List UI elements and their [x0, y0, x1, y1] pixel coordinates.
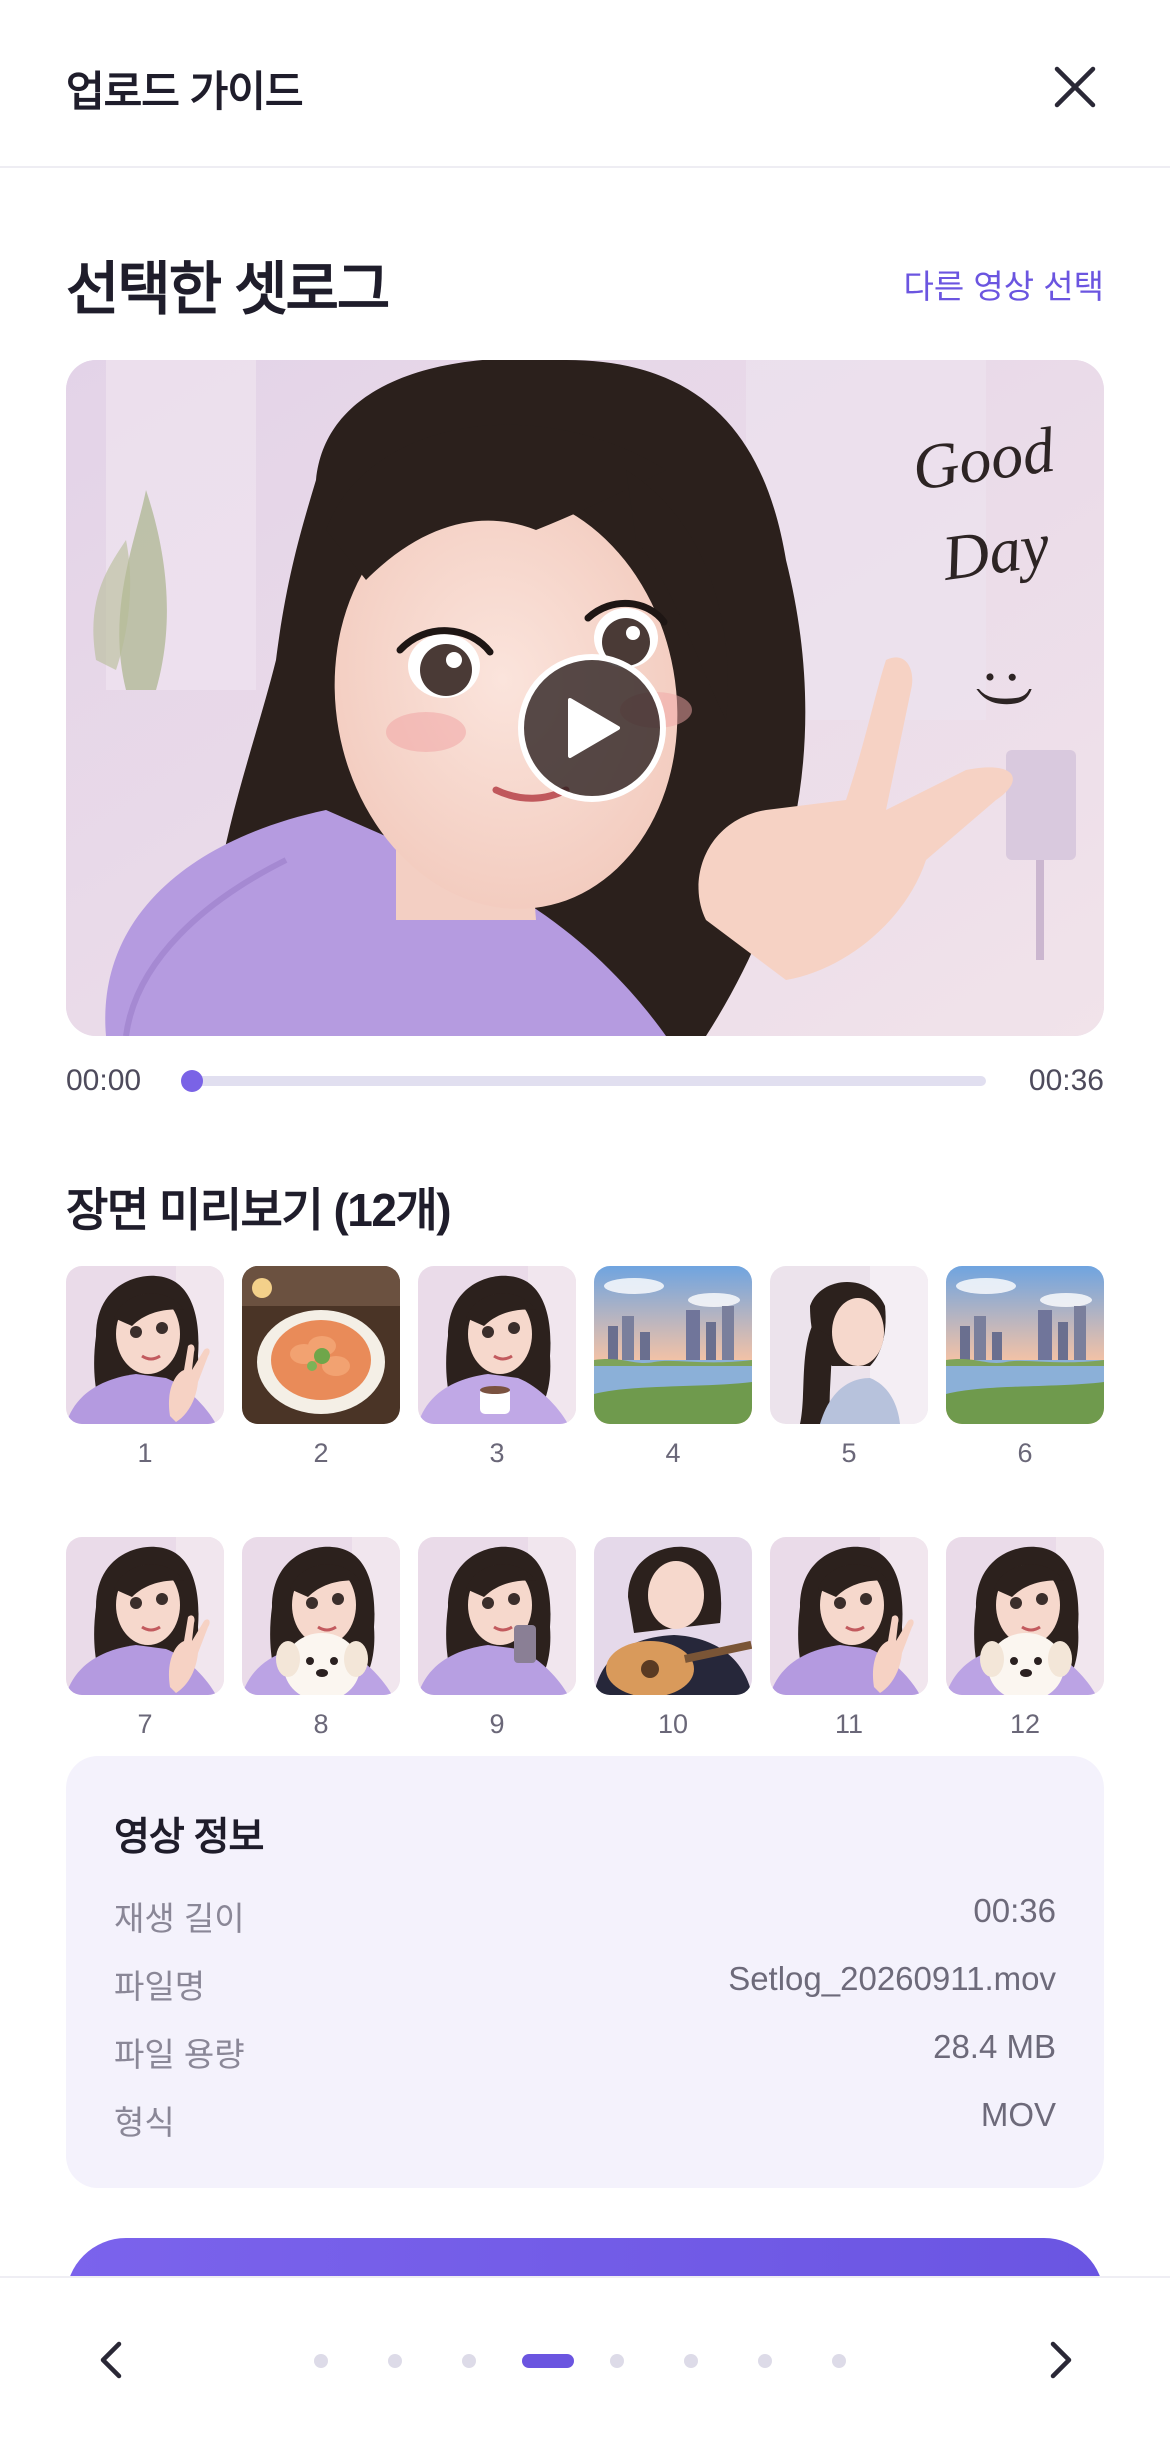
scene-thumbnail[interactable]: 11 [770, 1537, 928, 1740]
info-value: MOV [980, 2096, 1056, 2133]
scene-number: 12 [1009, 1709, 1041, 1739]
video-handwriting-line2: Day [937, 509, 1054, 594]
close-button[interactable] [1040, 52, 1110, 122]
previous-page-button[interactable] [78, 2328, 142, 2392]
info-label: 형식 [114, 2104, 175, 2141]
scene-thumbnail[interactable]: 1 [66, 1266, 224, 1469]
bottom-pager [0, 2276, 1170, 2460]
scene-number: 7 [137, 1709, 153, 1739]
info-label: 재생 길이 [114, 1900, 245, 1937]
time-total: 00:36 [1028, 1064, 1104, 1097]
scene-number: 2 [313, 1438, 329, 1468]
play-icon [568, 698, 620, 758]
video-info-title: 영상 정보 [114, 1816, 264, 1859]
video-info-card: 영상 정보 재생 길이 00:36 파일명 Setlog_20260911.mo… [66, 1756, 1104, 2188]
info-label: 파일명 [114, 1968, 206, 2005]
scene-thumbnail[interactable]: 3 [418, 1266, 576, 1469]
scene-number: 10 [657, 1709, 689, 1739]
girl-puppy-icon [946, 1537, 1104, 1695]
page-dot[interactable] [684, 2354, 698, 2368]
info-row-duration: 재생 길이 00:36 [114, 1892, 1056, 1942]
choose-other-video-link[interactable]: 다른 영상 선택 [904, 260, 1105, 308]
page-dot[interactable] [610, 2354, 624, 2368]
scene-number: 3 [489, 1438, 505, 1468]
scene-thumbnail[interactable]: 9 [418, 1537, 576, 1740]
progress-knob[interactable] [181, 1070, 204, 1092]
girl-peace-icon [66, 1537, 224, 1695]
scene-preview-title: 장면 미리보기 (12개) [66, 1184, 452, 1236]
page-dot[interactable] [832, 2354, 846, 2368]
header-title: 업로드 가이드 [66, 68, 304, 115]
info-row-format: 형식 MOV [114, 2096, 1056, 2146]
selected-setlog-title: 선택한 셋로그 [66, 257, 390, 322]
girl-guitar-icon [594, 1537, 752, 1695]
video-player[interactable]: Good Day :) [66, 360, 1104, 1036]
scene-thumbnail[interactable]: 2 [242, 1266, 400, 1469]
info-value: Setlog_20260911.mov [728, 1960, 1056, 1997]
close-icon [1054, 66, 1096, 108]
scene-thumbnail-grid: 12 3456 7 8 9 10 11 12 [66, 1266, 1104, 1740]
scene-thumbnail[interactable]: 5 [770, 1266, 928, 1469]
scene-thumbnail[interactable]: 8 [242, 1537, 400, 1740]
scene-number: 6 [1017, 1438, 1033, 1468]
scene-thumbnail[interactable]: 6 [946, 1266, 1104, 1469]
scene-number: 11 [834, 1709, 864, 1739]
city-river-icon [594, 1266, 752, 1424]
page-dot-active[interactable] [522, 2354, 574, 2368]
info-row-filesize: 파일 용량 28.4 MB [114, 2028, 1056, 2078]
info-row-filename: 파일명 Setlog_20260911.mov [114, 1960, 1056, 2010]
scene-number: 9 [489, 1709, 505, 1739]
girl-peace-icon [770, 1537, 928, 1695]
scene-thumbnail[interactable]: 4 [594, 1266, 752, 1469]
chevron-left-icon [100, 2341, 122, 2379]
sheet-header: 업로드 가이드 [0, 0, 1170, 168]
scene-thumbnail[interactable]: 7 [66, 1537, 224, 1740]
scene-thumbnail[interactable]: 12 [946, 1537, 1104, 1740]
scene-number: 4 [665, 1438, 681, 1468]
upload-guide-sheet: 업로드 가이드 선택한 셋로그 다른 영상 선택 Good Day:) 00:… [0, 0, 1170, 2460]
page-dot[interactable] [758, 2354, 772, 2368]
info-label: 파일 용량 [114, 2036, 245, 2073]
page-dot[interactable] [388, 2354, 402, 2368]
time-current: 00:00 [66, 1064, 142, 1097]
scene-number: 5 [841, 1438, 857, 1468]
playback-progress-bar[interactable] [181, 1070, 986, 1092]
girl-peace-icon [66, 1266, 224, 1424]
page-dot[interactable] [462, 2354, 476, 2368]
girl-puppy-icon [242, 1537, 400, 1695]
chevron-right-icon [1050, 2341, 1072, 2379]
city-river-icon [946, 1266, 1104, 1424]
girl-profile-icon [770, 1266, 928, 1424]
info-value: 00:36 [973, 1892, 1056, 1929]
scene-thumbnail[interactable]: 10 [594, 1537, 752, 1740]
info-value: 28.4 MB [933, 2028, 1056, 2065]
girl-phone-icon [418, 1537, 576, 1695]
scene-number: 1 [137, 1438, 153, 1468]
scene-number: 8 [313, 1709, 329, 1739]
play-button[interactable] [518, 654, 666, 802]
page-dot[interactable] [314, 2354, 328, 2368]
next-page-button[interactable] [1030, 2328, 1094, 2392]
food-plate-icon [242, 1266, 400, 1424]
girl-coffee-icon [418, 1266, 576, 1424]
